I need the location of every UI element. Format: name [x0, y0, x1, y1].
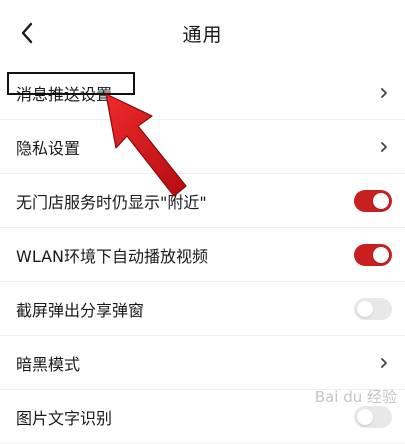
- toggle-knob: [373, 246, 389, 263]
- settings-list: 消息推送设置 隐私设置 无门店服务时仍显示"附近" WLAN环境下自动播放视频 …: [0, 66, 405, 444]
- header-bar: 通用: [0, 0, 405, 66]
- setting-label: 无门店服务时仍显示"附近": [16, 192, 207, 212]
- chevron-right-icon: [379, 86, 389, 100]
- setting-row-wlan-autoplay: WLAN环境下自动播放视频: [0, 228, 405, 282]
- setting-row-dark-mode[interactable]: 暗黑模式: [0, 336, 405, 390]
- chevron-right-icon: [379, 140, 389, 154]
- setting-row-message-push[interactable]: 消息推送设置: [0, 66, 405, 120]
- toggle-knob: [373, 192, 389, 209]
- toggle-knob: [357, 300, 373, 317]
- page-title: 通用: [182, 24, 223, 46]
- setting-label: 暗黑模式: [16, 354, 81, 374]
- setting-row-show-nearby: 无门店服务时仍显示"附近": [0, 174, 405, 228]
- setting-label: WLAN环境下自动播放视频: [16, 246, 209, 266]
- screenshot-share-toggle[interactable]: [354, 297, 392, 320]
- setting-label: 图片文字识别: [16, 408, 113, 428]
- setting-label: 消息推送设置: [16, 84, 113, 104]
- chevron-right-icon: [379, 356, 389, 370]
- setting-row-screenshot-share: 截屏弹出分享弹窗: [0, 282, 405, 336]
- toggle-knob: [357, 408, 373, 425]
- setting-row-image-text-recognition: 图片文字识别: [0, 390, 405, 444]
- setting-label: 隐私设置: [16, 138, 81, 158]
- setting-row-privacy[interactable]: 隐私设置: [0, 120, 405, 174]
- wlan-autoplay-toggle[interactable]: [354, 243, 392, 266]
- image-text-recognition-toggle[interactable]: [354, 405, 392, 428]
- setting-label: 截屏弹出分享弹窗: [16, 300, 145, 320]
- show-nearby-toggle[interactable]: [354, 189, 392, 212]
